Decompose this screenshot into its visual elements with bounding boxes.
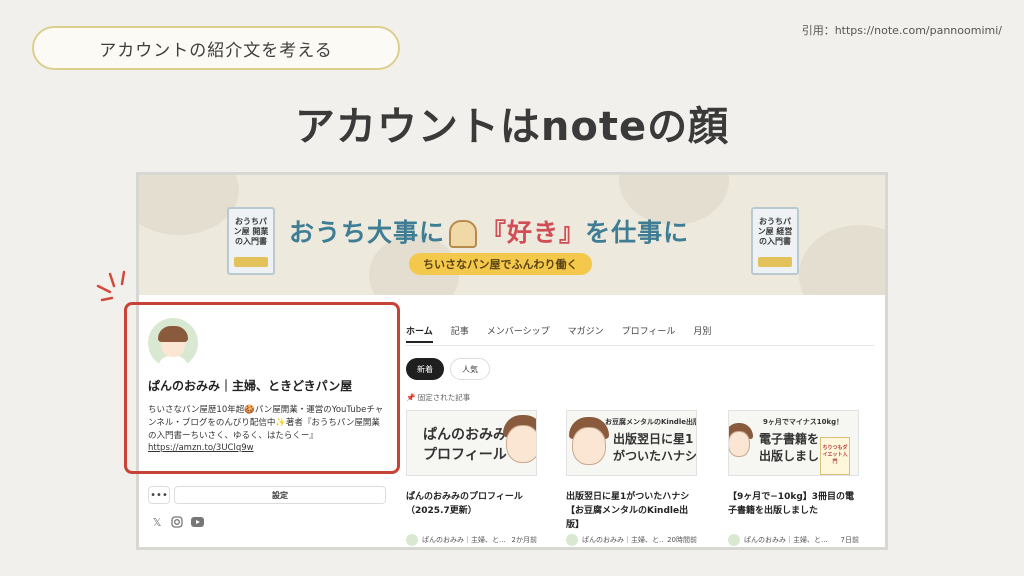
bread-toast-icon [449, 220, 478, 248]
thumbnail-subtitle: お豆腐メンタルのKindle出版 [605, 418, 697, 426]
instagram-icon[interactable] [170, 515, 184, 529]
x-icon[interactable]: 𝕏 [150, 515, 164, 529]
article-author[interactable]: ぱんのおみみ｜主婦、と... [582, 535, 663, 545]
banner-ribbon: ちいさなパン屋でふんわり働く [409, 253, 592, 275]
tab-articles[interactable]: 記事 [451, 321, 469, 343]
settings-button[interactable]: 設定 [174, 486, 386, 504]
thumbnail-subtitle: 9ヶ月でマイナス10kg！ [763, 418, 844, 426]
article-thumbnail[interactable]: お豆腐メンタルのKindle出版 出版翌日に星1 がついたハナシ [566, 410, 697, 476]
tab-magazine[interactable]: マガジン [568, 321, 604, 343]
profile-banner: おうちパン屋 開業の入門書 おうちパン屋 経営の入門書 おうち大事に 『好き』を仕… [139, 175, 885, 295]
banner-title-keyword: 好き [507, 218, 560, 247]
article-title[interactable]: ぱんのおみみのプロフィール（2025.7更新） [406, 490, 537, 518]
tab-monthly[interactable]: 月別 [693, 321, 711, 343]
book-title-left: おうちパン屋 開業の入門書 [233, 217, 269, 246]
article-title[interactable]: 【9ヶ月で−10kg】3冊目の電子書籍を出版しました [728, 490, 859, 518]
slide-headline: アカウントはnoteの顔 [294, 104, 730, 150]
banner-bread-shape [139, 175, 239, 235]
highlight-box [124, 302, 400, 474]
tab-membership[interactable]: メンバーシップ [487, 321, 550, 343]
article-card[interactable]: ぱんのおみみの プロフィール ぱんのおみみのプロフィール（2025.7更新） ぱ… [406, 410, 537, 546]
banner-quote-open: 『 [481, 218, 508, 247]
banner-title: おうち大事に 『好き』を仕事に [289, 213, 689, 249]
article-meta: ぱんのおみみ｜主婦、と... 7日前 [728, 534, 859, 546]
article-thumbnail[interactable]: 9ヶ月でマイナス10kg！ 電子書籍を 出版しました ちりつもダイエット入門 [728, 410, 859, 476]
book-cover-right: おうちパン屋 経営の入門書 [751, 207, 799, 275]
section-pill: アカウントの紹介文を考える [32, 26, 400, 70]
filter-popular-button[interactable]: 人気 [450, 358, 490, 380]
banner-quote-close: 』 [559, 218, 586, 247]
banner-title-pre: おうち大事に [289, 218, 446, 247]
thumbnail-title: 出版翌日に星1 がついたハナシ [613, 432, 697, 463]
book-cover-left: おうちパン屋 開業の入門書 [227, 207, 275, 275]
article-card[interactable]: 9ヶ月でマイナス10kg！ 電子書籍を 出版しました ちりつもダイエット入門 【… [728, 410, 859, 546]
filter-new-button[interactable]: 新着 [406, 358, 444, 380]
article-author[interactable]: ぱんのおみみ｜主婦、と... [744, 535, 837, 545]
article-meta: ぱんのおみみ｜主婦、と... 2か月前 [406, 534, 537, 546]
pinned-label: 📌 固定された記事 [406, 392, 470, 403]
article-meta: ぱんのおみみ｜主婦、と... 20時間前 [566, 534, 697, 546]
author-avatar [728, 534, 740, 546]
pin-icon: 📌 [406, 393, 418, 402]
article-thumbnail[interactable]: ぱんのおみみの プロフィール [406, 410, 537, 476]
article-time: 20時間前 [667, 536, 697, 544]
citation-text: 引用：https://note.com/pannoomimi/ [801, 24, 1002, 37]
more-options-button[interactable]: ••• [148, 486, 170, 504]
author-avatar [406, 534, 418, 546]
article-card[interactable]: お豆腐メンタルのKindle出版 出版翌日に星1 がついたハナシ 出版翌日に星1… [566, 410, 697, 546]
article-author[interactable]: ぱんのおみみ｜主婦、と... [422, 535, 508, 545]
author-avatar [566, 534, 578, 546]
article-time: 2か月前 [511, 536, 537, 544]
book-title-right: おうちパン屋 経営の入門書 [757, 217, 793, 246]
pinned-label-text: 固定された記事 [417, 393, 471, 402]
illustration-face [572, 427, 606, 465]
article-title[interactable]: 出版翌日に星1がついたハナシ【お豆腐メンタルのKindle出版】 [566, 490, 697, 532]
book-badge [758, 257, 792, 267]
banner-bread-shape [799, 225, 885, 295]
book-badge [234, 257, 268, 267]
tab-home[interactable]: ホーム [406, 321, 433, 343]
illustration-face [729, 431, 750, 457]
banner-title-post: を仕事に [585, 218, 690, 247]
illustration-face [506, 425, 536, 463]
tab-profile[interactable]: プロフィール [622, 321, 676, 343]
article-time: 7日前 [840, 536, 859, 544]
profile-tabs: ホーム 記事 メンバーシップ マガジン プロフィール 月別 [406, 320, 729, 344]
youtube-icon[interactable] [190, 515, 204, 529]
tab-divider [406, 345, 874, 346]
ebook-cover: ちりつもダイエット入門 [820, 437, 850, 475]
